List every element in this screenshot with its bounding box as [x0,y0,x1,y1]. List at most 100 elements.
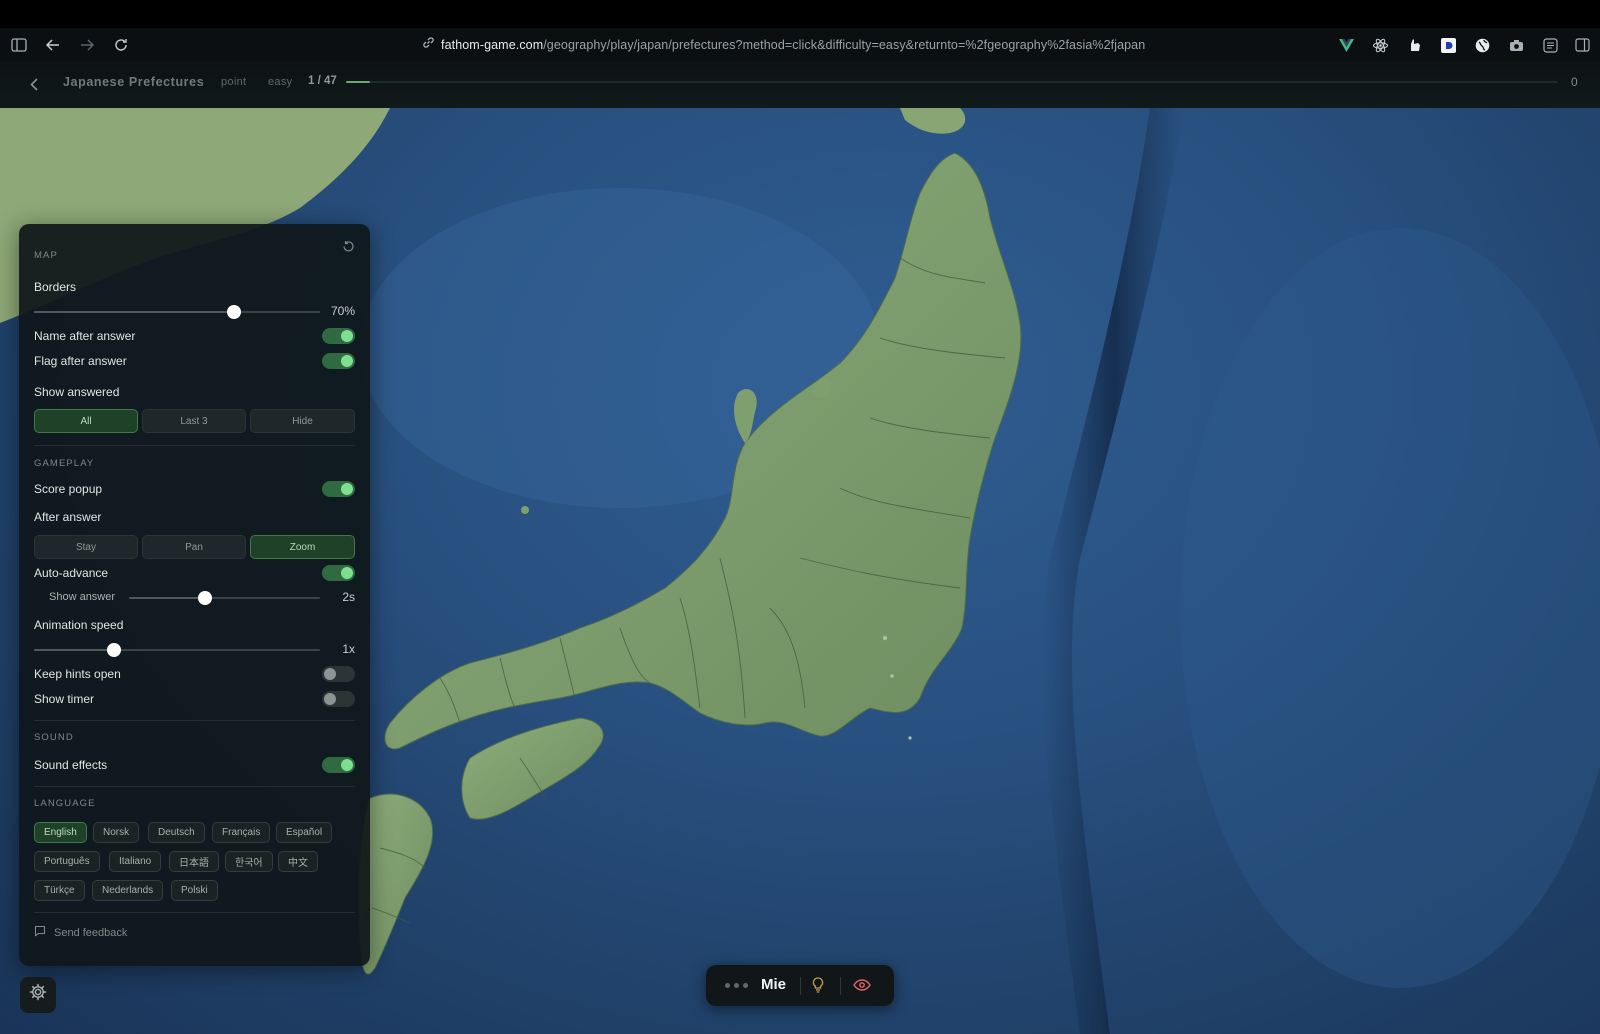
name-after-answer-label: Name after answer [34,329,136,343]
after-answer-zoom-button[interactable]: Zoom [250,535,355,559]
show-timer-toggle[interactable] [322,691,355,707]
toggle-knob [324,693,336,705]
progress-fill [346,81,371,83]
keep-hints-open-label: Keep hints open [34,667,121,681]
score-popup-toggle[interactable] [322,481,355,497]
score-value: 0 [1571,75,1578,89]
slider-fill [34,311,235,313]
oki-islands [521,506,529,514]
target-prompt: Mie [706,965,894,1006]
mode-label: point [221,76,247,88]
question-counter: 1 / 47 [308,75,337,87]
reset-settings-icon[interactable] [341,239,355,253]
more-options-icon[interactable] [725,983,748,988]
slider-fill [34,649,115,651]
send-feedback-link[interactable]: Send feedback [34,925,127,940]
show-answered-all-button[interactable]: All [34,409,138,433]
back-chevron-icon[interactable] [24,72,44,96]
link-icon [422,36,435,54]
toggle-knob [341,330,353,342]
auto-advance-label: Auto-advance [34,566,109,580]
react-extension-icon[interactable] [1371,36,1389,54]
animation-speed-slider[interactable] [34,643,320,657]
language-option-english[interactable]: English [34,822,87,843]
show-answer-value: 2s [342,590,355,604]
show-answer-slider[interactable] [129,591,320,605]
language-section-title: LANGUAGE [34,798,96,809]
language-option-turkce[interactable]: Türkçe [34,880,85,901]
name-after-answer-toggle[interactable] [322,328,355,344]
auto-advance-toggle[interactable] [322,565,355,581]
hand-extension-icon[interactable] [1405,36,1423,54]
language-option-italiano[interactable]: Italiano [109,851,162,872]
animation-speed-label: Animation speed [34,618,124,632]
pacific-plate-relief [1180,228,1600,988]
camera-extension-icon[interactable] [1507,36,1525,54]
language-option-nederlands[interactable]: Nederlands [92,880,164,901]
split-view-icon[interactable] [1573,36,1591,54]
progress-bar [346,81,1558,83]
globe-extension-icon[interactable] [1473,36,1491,54]
language-option-polski[interactable]: Polski [171,880,218,901]
borders-label: Borders [34,280,77,294]
borders-slider[interactable] [34,305,320,319]
after-answer-label: After answer [34,510,102,524]
sound-effects-label: Sound effects [34,758,108,772]
after-answer-stay-button[interactable]: Stay [34,535,138,559]
language-option-portugues[interactable]: Português [34,851,100,872]
toggle-knob [341,355,353,367]
back-arrow-icon[interactable] [44,36,62,54]
toggle-knob [341,759,353,771]
slider-thumb[interactable] [198,591,213,605]
section-divider [34,720,355,721]
show-timer-label: Show timer [34,692,95,706]
language-option-deutsch[interactable]: Deutsch [148,822,205,843]
toggle-knob [341,483,353,495]
izu-island [890,674,894,678]
show-answered-hide-button[interactable]: Hide [250,409,355,433]
language-option-espanol[interactable]: Español [276,822,333,843]
square-d-extension-icon[interactable] [1439,36,1457,54]
reload-icon[interactable] [112,36,130,54]
slider-fill [129,597,206,599]
send-feedback-label: Send feedback [54,926,128,939]
settings-panel: MAP Borders 70% Name after answer Flag a… [19,224,370,966]
gear-icon [29,983,47,1007]
toggle-knob [341,567,353,579]
lightbulb-hint-icon[interactable] [810,976,826,994]
show-answered-last3-button[interactable]: Last 3 [142,409,246,433]
eye-reveal-icon[interactable] [852,976,872,994]
sound-section-title: SOUND [34,732,74,743]
language-option-chinese[interactable]: 中文 [278,851,318,872]
sidebar-icon[interactable] [10,36,28,54]
language-option-korean[interactable]: 한국어 [225,851,273,872]
difficulty-label: easy [268,76,293,88]
quiz-title: Japanese Prefectures [63,75,205,89]
animation-speed-value: 1x [342,642,355,656]
section-divider [34,912,355,913]
izu-island [882,635,888,641]
settings-gear-button[interactable] [20,977,56,1013]
language-option-francais[interactable]: Français [212,822,271,843]
prompt-divider [800,977,801,995]
shikoku-island[interactable] [461,717,604,820]
slider-thumb[interactable] [107,643,122,657]
toggle-knob [324,668,336,680]
flag-after-answer-toggle[interactable] [322,353,355,369]
vue-extension-icon[interactable] [1337,36,1355,54]
target-prefecture-name: Mie [761,976,787,993]
map-section-title: MAP [34,250,58,261]
after-answer-pan-button[interactable]: Pan [142,535,246,559]
slider-thumb[interactable] [227,305,242,319]
flag-after-answer-label: Flag after answer [34,354,127,368]
section-divider [34,445,355,446]
address-bar[interactable]: fathom-game.com/geography/play/japan/pre… [422,36,1145,54]
reader-icon[interactable] [1541,36,1559,54]
forward-arrow-icon[interactable] [78,36,96,54]
sound-effects-toggle[interactable] [322,757,355,773]
hokkaido-landmass [900,108,966,134]
language-option-norsk[interactable]: Norsk [93,822,140,843]
score-popup-label: Score popup [34,482,103,496]
keep-hints-open-toggle[interactable] [322,666,355,682]
language-option-japanese[interactable]: 日本語 [169,851,219,872]
